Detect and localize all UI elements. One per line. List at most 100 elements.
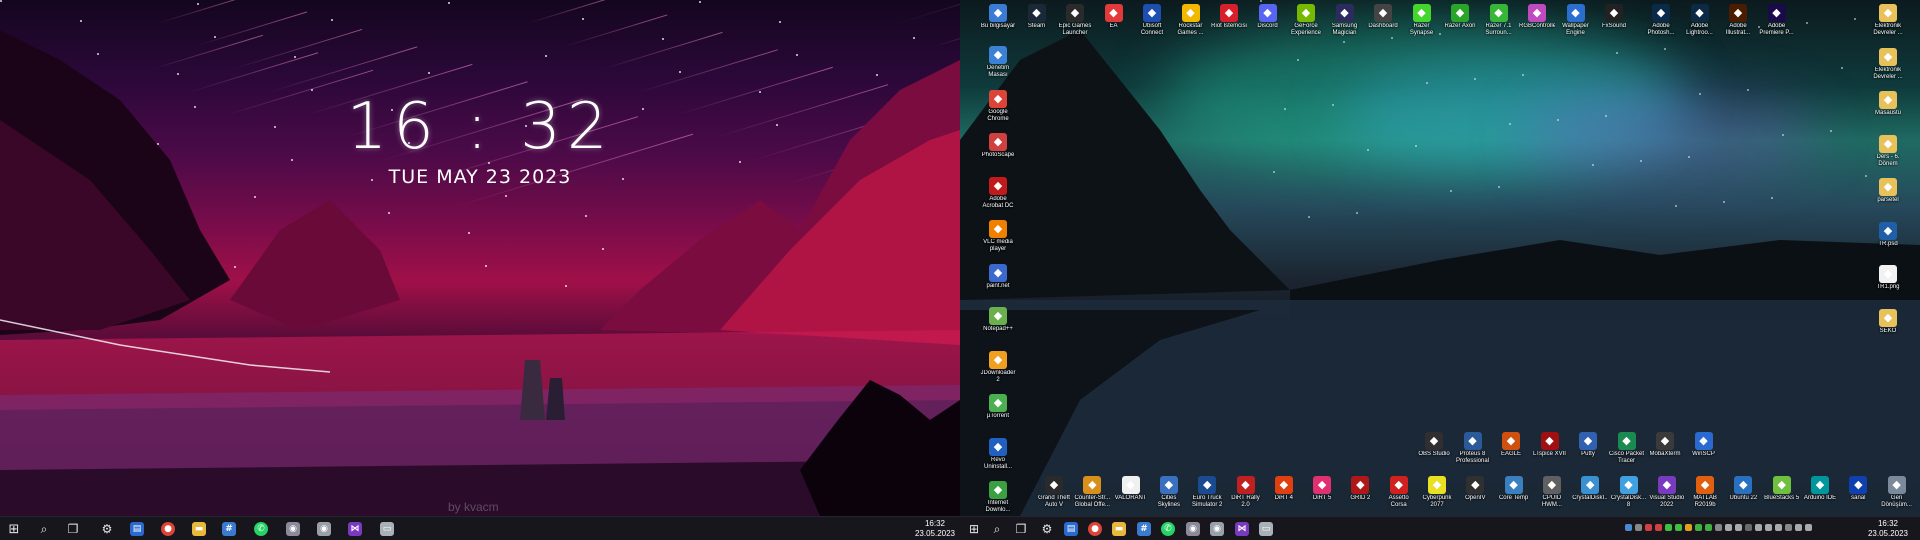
desktop-shortcut[interactable]: ◆ EAGLE [1493, 432, 1529, 458]
desktop-shortcut[interactable]: ◆ EA [1096, 4, 1132, 30]
desktop-shortcut[interactable]: ◆ RGBController [1519, 4, 1555, 30]
tray-icon[interactable] [1765, 524, 1772, 531]
tray-icon[interactable] [1805, 524, 1812, 531]
tray-icon[interactable] [1625, 524, 1632, 531]
taskbar-app-button[interactable]: ▭ [376, 520, 398, 538]
tray-icon[interactable] [1695, 524, 1702, 531]
settings-button[interactable]: ⚙ [1036, 520, 1058, 538]
desktop-shortcut[interactable]: ◆ Adobe Acrobat DC [980, 176, 1016, 210]
desktop-shortcut[interactable]: ◆ Adobe Illustrat... [1720, 4, 1756, 37]
desktop-shortcut[interactable]: ◆ TR.psd [1870, 221, 1906, 248]
taskbar-app-button[interactable]: ▭ [1255, 520, 1277, 538]
desktop-shortcut[interactable]: ◆ Internet Downlo... [980, 481, 1016, 514]
desktop-shortcut[interactable]: ◆ Ubuntu 22 [1725, 476, 1761, 502]
tray-icon[interactable] [1735, 524, 1742, 531]
desktop-shortcut[interactable]: ◆ OpenIV [1457, 476, 1493, 502]
desktop-shortcut[interactable]: ◆ Grand Theft Auto V [1036, 476, 1072, 509]
desktop-shortcut[interactable]: ◆ Adobe Premiere P... [1759, 4, 1795, 37]
desktop-shortcut[interactable]: ◆ Counter-Str... Global Offe... [1074, 476, 1110, 509]
visual-studio-button[interactable]: ⋈ [344, 520, 366, 538]
desktop-shortcut[interactable]: ◆ Assetto Corsa [1381, 476, 1417, 509]
desktop-shortcut[interactable]: ◆ Razer 7.1 Surroun... [1481, 4, 1517, 37]
desktop-shortcut[interactable]: ◆ PhotoScape [980, 133, 1016, 159]
tray-icon[interactable] [1715, 524, 1722, 531]
chrome-button[interactable]: ● [1084, 520, 1106, 538]
store-button[interactable]: ▤ [126, 520, 148, 538]
tray-icon[interactable] [1745, 524, 1752, 531]
store-button[interactable]: ▤ [1060, 520, 1082, 538]
desktop-shortcut[interactable]: ◆ SEKO [1870, 308, 1906, 335]
desktop-shortcut[interactable]: ◆ Bu bilgisayar [980, 4, 1016, 30]
desktop-shortcut[interactable]: ◆ DiRT Rally 2.0 [1228, 476, 1264, 509]
desktop-shortcut[interactable]: ◆ JDownloader 2 [980, 350, 1016, 384]
desktop-shortcut[interactable]: ◆ Denetim Masası [980, 46, 1016, 79]
desktop-shortcut[interactable]: ◆ Visual Studio 2022 [1649, 476, 1685, 509]
settings-button[interactable]: ⚙ [96, 520, 118, 538]
taskbar-clock[interactable]: 16:32 23.05.2023 [1865, 519, 1911, 539]
tray-icon[interactable] [1655, 524, 1662, 531]
start-button[interactable]: ⊞ [963, 520, 985, 538]
desktop-shortcut[interactable]: ◆ Riot İstemcisi [1211, 4, 1247, 30]
tray-icon[interactable] [1675, 524, 1682, 531]
desktop-shortcut[interactable]: ◆ paint.net [980, 263, 1016, 290]
taskbar-app-button[interactable]: ◉ [313, 520, 335, 538]
tray-icon[interactable] [1725, 524, 1732, 531]
search-button[interactable]: ⌕ [33, 520, 55, 538]
desktop-shortcut[interactable]: ◆ Wallpaper Engine [1558, 4, 1594, 37]
tray-icon[interactable] [1755, 524, 1762, 531]
task-view-button[interactable]: ❐ [62, 520, 84, 538]
desktop-shortcut[interactable]: ◆ sanal [1840, 476, 1876, 502]
desktop-shortcut[interactable]: ◆ Adobe Photosh... [1643, 4, 1679, 37]
desktop-shortcut[interactable]: ◆ µTorrent [980, 394, 1016, 420]
desktop-shortcut[interactable]: ◆ Dashboard [1365, 4, 1401, 30]
tray-icon[interactable] [1785, 524, 1792, 531]
desktop-shortcut[interactable]: ◆ Core Temp [1496, 476, 1532, 502]
desktop-shortcut[interactable]: ◆ TR1.png [1870, 265, 1906, 291]
taskbar-app-button[interactable]: ◉ [1182, 520, 1204, 538]
desktop-shortcut[interactable]: ◆ Razer Synapse [1404, 4, 1440, 37]
tray-icon[interactable] [1635, 524, 1642, 531]
desktop-shortcut[interactable]: ◆ Elektronik Devreler ... [1870, 47, 1906, 81]
desktop-shortcut[interactable]: ◆ Geri Dönüşüm... [1879, 476, 1915, 509]
calculator-button[interactable]: # [1133, 520, 1155, 538]
desktop-shortcut[interactable]: ◆ Elektronik Devreler ... [1870, 4, 1906, 37]
desktop-shortcut[interactable]: ◆ VALORANT [1113, 476, 1149, 502]
desktop-shortcut[interactable]: ◆ Epic Games Launcher [1057, 4, 1093, 37]
desktop-shortcut[interactable]: ◆ Putty [1570, 432, 1606, 458]
desktop-shortcut[interactable]: ◆ MobaXterm [1647, 432, 1683, 458]
desktop-shortcut[interactable]: ◆ Arduino IDE [1802, 476, 1838, 502]
calculator-button[interactable]: # [218, 520, 240, 538]
whatsapp-button[interactable]: ✆ [250, 520, 272, 538]
desktop-shortcut[interactable]: ◆ Ubisoft Connect [1134, 4, 1170, 37]
search-button[interactable]: ⌕ [986, 520, 1008, 538]
tray-icon[interactable] [1775, 524, 1782, 531]
start-button[interactable]: ⊞ [3, 520, 25, 538]
desktop-shortcut[interactable]: ◆ Adobe Lightroo... [1682, 4, 1718, 37]
desktop-shortcut[interactable]: ◆ Razer Axon [1442, 4, 1478, 30]
desktop-shortcut[interactable]: ◆ GeForce Experience [1288, 4, 1324, 37]
tray-icon[interactable] [1705, 524, 1712, 531]
desktop-shortcut[interactable]: ◆ Proteus 8 Professional [1455, 432, 1491, 465]
desktop-shortcut[interactable]: ◆ DiRT 4 [1266, 476, 1302, 502]
desktop-shortcut[interactable]: ◆ BlueStacks 5 [1764, 476, 1800, 502]
desktop-shortcut[interactable]: ◆ FxSound [1596, 4, 1632, 30]
desktop-shortcut[interactable]: ◆ MATLAB R2019b [1687, 476, 1723, 509]
desktop-shortcut[interactable]: ◆ parsetel [1870, 178, 1906, 204]
file-explorer-button[interactable]: ▬ [188, 520, 210, 538]
desktop-shortcut[interactable]: ◆ OBS Studio [1416, 432, 1452, 458]
visual-studio-button[interactable]: ⋈ [1231, 520, 1253, 538]
desktop-shortcut[interactable]: ◆ CPUID HWM... [1534, 476, 1570, 509]
tray-icon[interactable] [1645, 524, 1652, 531]
desktop-shortcut[interactable]: ◆ DiRT 5 [1304, 476, 1340, 502]
file-explorer-button[interactable]: ▬ [1108, 520, 1130, 538]
task-view-button[interactable]: ❐ [1010, 520, 1032, 538]
desktop-shortcut[interactable]: ◆ WinSCP [1686, 432, 1722, 458]
desktop-shortcut[interactable]: ◆ Cisco Packet Tracer [1609, 432, 1645, 465]
desktop-shortcut[interactable]: ◆ Revo Uninstall... [980, 437, 1016, 471]
desktop-shortcut[interactable]: ◆ Discord [1250, 4, 1286, 30]
taskbar-app-button[interactable]: ◉ [1206, 520, 1228, 538]
taskbar-clock[interactable]: 16:32 23.05.2023 [910, 519, 960, 539]
tray-icon[interactable] [1685, 524, 1692, 531]
desktop-shortcut[interactable]: ◆ Steam [1019, 4, 1055, 30]
desktop-shortcut[interactable]: ◆ Euro Truck Simulator 2 [1189, 476, 1225, 509]
